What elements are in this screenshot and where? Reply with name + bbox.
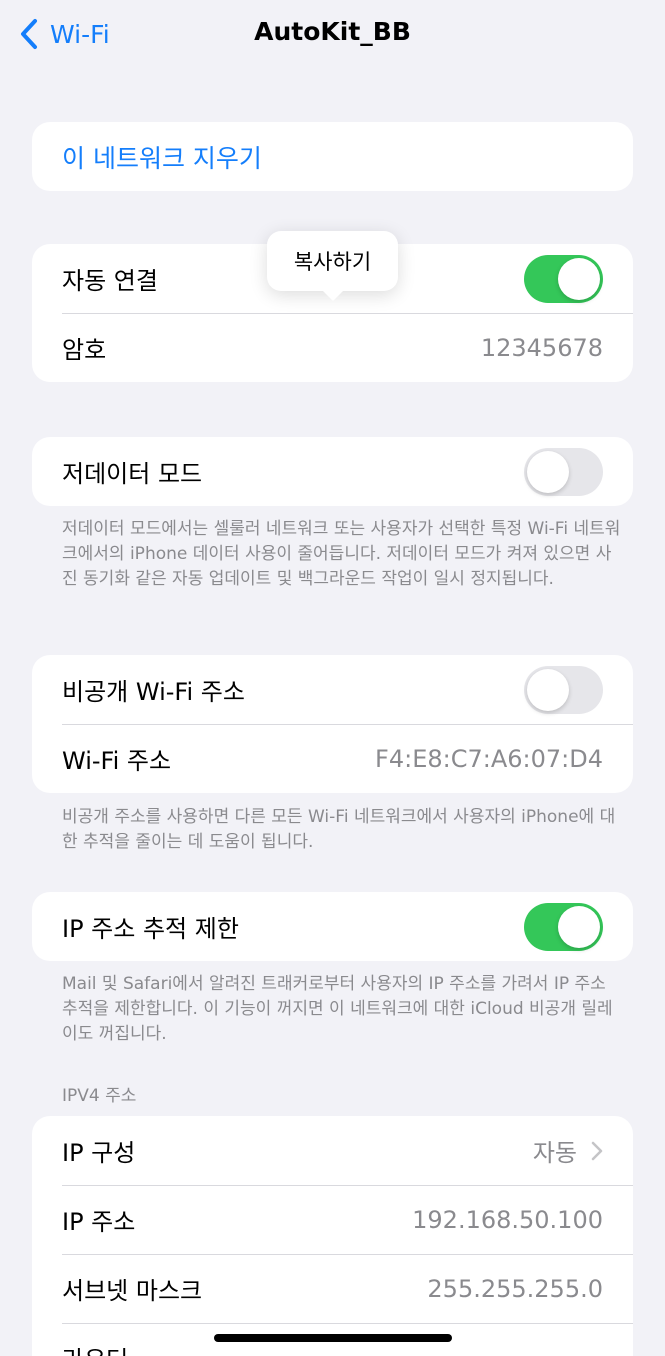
- private-address-row: 비공개 Wi-Fi 주소: [32, 655, 633, 724]
- private-address-note: 비공개 주소를 사용하면 다른 모든 Wi-Fi 네트워크에서 사용자의 iPh…: [62, 807, 616, 852]
- ip-address-value: 192.168.50.100: [412, 1205, 603, 1234]
- copy-popup-label: 복사하기: [293, 250, 372, 274]
- private-address-label: 비공개 Wi-Fi 주소: [62, 678, 245, 706]
- ip-config-label: IP 구성: [62, 1139, 136, 1167]
- ipv4-section-header: IPV4 주소: [62, 1086, 137, 1106]
- low-data-toggle[interactable]: [524, 447, 603, 496]
- forget-network-group: 이 네트워크 지우기: [32, 122, 633, 191]
- private-address-toggle[interactable]: [524, 665, 603, 714]
- low-data-group: 저데이터 모드: [32, 437, 633, 506]
- ip-tracking-row: IP 주소 추적 제한: [32, 892, 633, 961]
- home-indicator: [214, 1334, 452, 1342]
- ip-tracking-note: Mail 및 Safari에서 알려진 트래커로부터 사용자의 IP 주소를 가…: [62, 974, 613, 1044]
- subnet-mask-value: 255.255.255.0: [427, 1274, 603, 1303]
- wifi-address-row: Wi-Fi 주소 F4:E8:C7:A6:07:D4: [32, 724, 633, 793]
- toggle-knob: [558, 905, 600, 948]
- wifi-address-value: F4:E8:C7:A6:07:D4: [375, 744, 603, 773]
- ipv4-group: IP 구성 자동 IP 주소 192.168.50.100 서브넷 마스크 25…: [32, 1116, 633, 1356]
- toggle-knob: [527, 450, 569, 493]
- low-data-note: 저데이터 모드에서는 셀룰러 네트워크 또는 사용자가 선택한 특정 Wi-Fi…: [62, 519, 621, 589]
- ip-tracking-group: IP 주소 추적 제한: [32, 892, 633, 961]
- wifi-address-label: Wi-Fi 주소: [62, 747, 172, 775]
- toggle-knob: [558, 257, 600, 300]
- ip-address-label: IP 주소: [62, 1208, 136, 1236]
- ip-tracking-toggle[interactable]: [524, 902, 603, 951]
- subnet-mask-label: 서브넷 마스크: [62, 1277, 203, 1305]
- page-title: AutoKit_BB: [254, 17, 411, 46]
- ip-address-row: IP 주소 192.168.50.100: [32, 1185, 633, 1254]
- forget-network-button[interactable]: 이 네트워크 지우기: [32, 122, 633, 191]
- subnet-mask-row: 서브넷 마스크 255.255.255.0: [32, 1254, 633, 1323]
- ip-config-value-wrap: 자동: [533, 1133, 603, 1168]
- auto-join-toggle[interactable]: [524, 254, 603, 303]
- ip-config-row[interactable]: IP 구성 자동: [32, 1116, 633, 1185]
- toggle-knob: [527, 668, 569, 711]
- low-data-row: 저데이터 모드: [32, 437, 633, 506]
- ip-tracking-label: IP 주소 추적 제한: [62, 915, 239, 943]
- wifi-network-detail-screen: Wi-Fi AutoKit_BB 이 네트워크 지우기 자동 연결 암호 123…: [0, 0, 665, 1356]
- password-label: 암호: [62, 336, 107, 364]
- router-label: 라우터: [62, 1340, 603, 1356]
- low-data-label: 저데이터 모드: [62, 460, 203, 488]
- private-address-group: 비공개 Wi-Fi 주소 Wi-Fi 주소 F4:E8:C7:A6:07:D4: [32, 655, 633, 793]
- chevron-right-icon: [591, 1141, 603, 1160]
- navigation-bar: Wi-Fi AutoKit_BB: [0, 0, 665, 70]
- password-value: 12345678: [480, 333, 603, 362]
- copy-popup-arrow: [321, 289, 345, 301]
- password-row[interactable]: 암호 12345678: [32, 313, 633, 382]
- ip-config-value: 자동: [532, 1139, 577, 1167]
- copy-popup-button[interactable]: 복사하기: [267, 231, 398, 291]
- forget-network-label: 이 네트워크 지우기: [62, 143, 262, 173]
